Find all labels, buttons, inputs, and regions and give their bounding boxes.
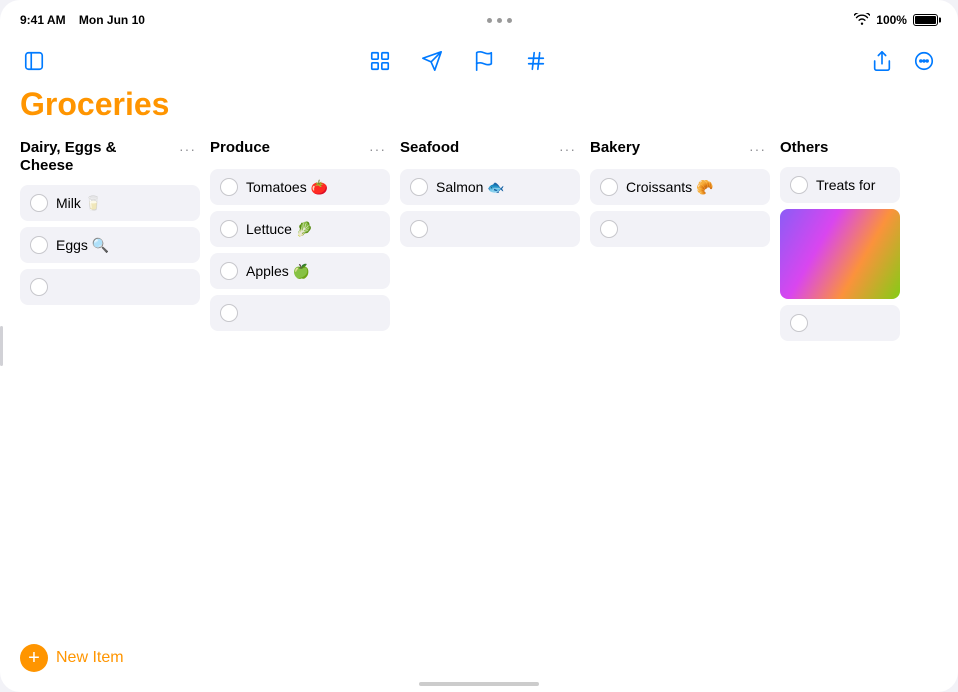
column-seafood: Seafood ··· Salmon 🐟: [400, 139, 590, 347]
sidebar-toggle-button[interactable]: [20, 47, 48, 75]
dot3: [507, 18, 512, 23]
flag-button[interactable]: [470, 47, 498, 75]
main-content: Groceries Dairy, Eggs & Cheese ··· Milk …: [0, 86, 958, 347]
item-text: Salmon 🐟: [436, 179, 570, 196]
new-item-icon: +: [20, 644, 48, 672]
column-dairy: Dairy, Eggs & Cheese ··· Milk 🥛 Eggs 🔍: [20, 139, 210, 347]
list-item-empty[interactable]: [210, 295, 390, 331]
checkbox[interactable]: [220, 178, 238, 196]
toolbar-center: [366, 47, 550, 75]
column-title-others: Others: [780, 139, 828, 157]
column-title-seafood: Seafood: [400, 139, 459, 157]
list-item[interactable]: Lettuce 🥬: [210, 211, 390, 247]
list-item[interactable]: Salmon 🐟: [400, 169, 580, 205]
dot2: [497, 18, 502, 23]
others-image-inner: [780, 209, 900, 299]
column-menu-seafood[interactable]: ···: [555, 139, 580, 159]
status-bar: 9:41 AM Mon Jun 10 100%: [0, 0, 958, 36]
share-button[interactable]: [868, 47, 896, 75]
checkbox[interactable]: [600, 178, 618, 196]
checkbox[interactable]: [220, 304, 238, 322]
battery-icon: [913, 14, 938, 26]
checkbox[interactable]: [30, 236, 48, 254]
dot1: [487, 18, 492, 23]
device-frame: 9:41 AM Mon Jun 10 100%: [0, 0, 958, 692]
columns-area: Dairy, Eggs & Cheese ··· Milk 🥛 Eggs 🔍: [20, 139, 938, 347]
new-item-label: New Item: [56, 649, 124, 667]
checkbox[interactable]: [790, 176, 808, 194]
battery-percent: 100%: [876, 13, 907, 27]
checkbox[interactable]: [600, 220, 618, 238]
checkbox[interactable]: [410, 220, 428, 238]
checkbox[interactable]: [30, 194, 48, 212]
side-handle: [0, 326, 3, 366]
column-header-produce: Produce ···: [210, 139, 390, 159]
wifi-icon: [854, 13, 870, 28]
column-title-bakery: Bakery: [590, 139, 640, 157]
list-item-empty[interactable]: [20, 269, 200, 305]
list-item[interactable]: Apples 🍏: [210, 253, 390, 289]
list-item-empty[interactable]: [400, 211, 580, 247]
date-display: Mon Jun 10: [79, 13, 145, 27]
column-menu-dairy[interactable]: ···: [175, 139, 200, 159]
list-item-empty[interactable]: [780, 305, 900, 341]
list-item[interactable]: Croissants 🥐: [590, 169, 770, 205]
new-item-bar[interactable]: + New Item: [20, 644, 124, 672]
more-button[interactable]: [910, 47, 938, 75]
hashtag-button[interactable]: [522, 47, 550, 75]
list-item[interactable]: Eggs 🔍: [20, 227, 200, 263]
list-item[interactable]: Treats for: [780, 167, 900, 203]
column-header-others: Others: [780, 139, 900, 157]
home-indicator: [419, 682, 539, 686]
checkbox[interactable]: [220, 220, 238, 238]
status-right: 100%: [854, 13, 938, 28]
list-item-empty[interactable]: [590, 211, 770, 247]
time-display: 9:41 AM: [20, 13, 66, 27]
item-text: Tomatoes 🍅: [246, 179, 380, 196]
others-image: [780, 209, 900, 299]
location-button[interactable]: [418, 47, 446, 75]
column-produce: Produce ··· Tomatoes 🍅 Lettuce 🥬 Apples …: [210, 139, 400, 347]
page-title: Groceries: [20, 86, 938, 123]
column-menu-produce[interactable]: ···: [365, 139, 390, 159]
toolbar: [0, 36, 958, 86]
item-text: Lettuce 🥬: [246, 221, 380, 238]
item-text: Milk 🥛: [56, 195, 190, 212]
column-others: Others Treats for: [780, 139, 910, 347]
column-header-bakery: Bakery ···: [590, 139, 770, 159]
grid-view-button[interactable]: [366, 47, 394, 75]
column-title-dairy: Dairy, Eggs & Cheese: [20, 139, 170, 175]
column-bakery: Bakery ··· Croissants 🥐: [590, 139, 780, 347]
status-center: [487, 18, 512, 23]
status-time: 9:41 AM Mon Jun 10: [20, 13, 145, 27]
column-header-seafood: Seafood ···: [400, 139, 580, 159]
checkbox[interactable]: [220, 262, 238, 280]
list-item[interactable]: Tomatoes 🍅: [210, 169, 390, 205]
column-header-dairy: Dairy, Eggs & Cheese ···: [20, 139, 200, 175]
column-menu-bakery[interactable]: ···: [745, 139, 770, 159]
item-text: Apples 🍏: [246, 263, 380, 280]
checkbox[interactable]: [30, 278, 48, 296]
column-title-produce: Produce: [210, 139, 270, 157]
toolbar-right: [868, 47, 938, 75]
checkbox[interactable]: [790, 314, 808, 332]
checkbox[interactable]: [410, 178, 428, 196]
item-text: Eggs 🔍: [56, 237, 190, 254]
item-text: Treats for: [816, 177, 890, 193]
toolbar-left: [20, 47, 48, 75]
list-item[interactable]: Milk 🥛: [20, 185, 200, 221]
item-text: Croissants 🥐: [626, 179, 760, 196]
